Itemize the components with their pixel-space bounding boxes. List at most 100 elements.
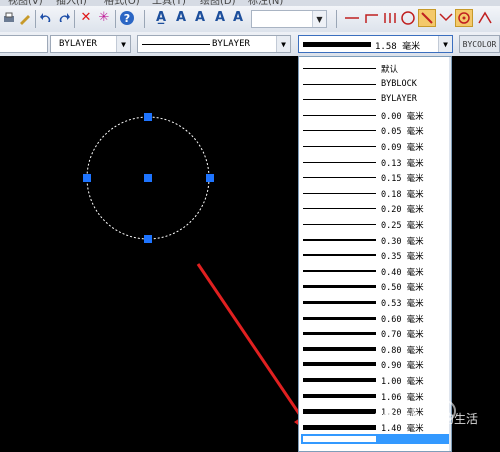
xline-icon[interactable] [363,9,381,27]
lineweight-sample [303,238,376,241]
lineweight-option[interactable]: 0.20 毫米 [301,200,449,216]
lineweight-option[interactable]: 0.30 毫米 [301,232,449,248]
lineweight-label: 0.13 毫米 [381,158,424,169]
chevron-down-icon[interactable]: ▼ [276,36,290,52]
chevron-down-icon[interactable]: ▼ [438,36,452,52]
linetype-combo[interactable]: BYLAYER ▼ [137,35,291,53]
lineweight-sample [303,301,376,304]
delete-icon[interactable]: ✕ [77,9,95,27]
lineweight-combo[interactable]: 1.58 毫米 ▼ [298,35,453,53]
lineweight-label: 0.15 毫米 [381,174,424,185]
lineweight-sample [303,378,376,382]
lineweight-option[interactable]: 0.05 毫米 [301,122,449,138]
lineweight-option[interactable]: 默认 [301,60,449,76]
chevron-down-icon[interactable]: ▼ [116,36,130,52]
edit-text-icon[interactable]: A [211,9,229,27]
lineweight-option[interactable]: 0.90 毫米 [301,356,449,372]
explode-icon[interactable]: ✳ [95,9,113,27]
lineweight-option[interactable]: 1.00 毫米 [301,372,449,388]
lineweight-sample [303,114,376,116]
color-combo[interactable]: BYLAYER ▼ [50,35,131,53]
lineweight-option[interactable]: 0.40 毫米 [301,263,449,279]
lineweight-label: 0.40 毫米 [381,267,424,278]
find-text-icon[interactable]: A [229,9,247,27]
lineweight-option[interactable]: 1.58 毫米 [301,434,449,445]
grip-center[interactable] [144,174,152,182]
toolbar-separator [144,10,145,28]
circle-icon[interactable] [399,9,417,27]
color-value: BYLAYER [59,39,97,49]
text-style-combo[interactable]: ▼ [251,10,327,28]
arc-icon[interactable] [418,9,436,27]
lineweight-label: 0.35 毫米 [381,252,424,263]
lineweight-label: 0.60 毫米 [381,314,424,325]
lineweight-sample [303,254,376,257]
lineweight-label: 0.30 毫米 [381,236,424,247]
chevron-down-icon[interactable]: ▼ [312,11,326,27]
match-properties-icon[interactable] [16,9,34,27]
lineweight-label: BYBLOCK [381,78,417,89]
lineweight-sample [303,424,376,430]
osnap-icon[interactable] [476,9,494,27]
lineweight-option[interactable]: 0.80 毫米 [301,341,449,357]
grip-bottom[interactable] [144,235,152,243]
lineweight-dropdown: 默认 BYBLOCK BYLAYER 0.00 毫米 0.05 毫米 0.09 毫米 0.1… [298,56,452,452]
lineweight-option[interactable]: 0.53 毫米 [301,294,449,310]
lineweight-option[interactable]: 0.09 毫米 [301,138,449,154]
dropdown-scrollbar[interactable] [449,57,451,451]
polyline-icon[interactable] [381,9,399,27]
lineweight-sample [303,161,376,163]
snap-icon[interactable] [455,9,473,27]
lineweight-option[interactable]: 0.50 毫米 [301,278,449,294]
lineweight-label: 0.70 毫米 [381,330,424,341]
lineweight-label: 0.20 毫米 [381,205,424,216]
lineweight-value: 1.58 毫米 [375,42,421,52]
lineweight-option[interactable]: 0.60 毫米 [301,310,449,326]
toolbar-separator [35,10,36,28]
text-style-icon[interactable]: A̲ [152,9,170,27]
grip-top[interactable] [144,113,152,121]
lineweight-label: 0.00 毫米 [381,111,424,122]
lineweight-sample [303,224,376,225]
lineweight-sample [303,177,376,179]
lineweight-label: 0.80 毫米 [381,345,424,356]
toolbar-separator [336,10,337,28]
lineweight-option[interactable]: 0.00 毫米 [301,107,449,123]
grip-right[interactable] [206,174,214,182]
lineweight-sample [303,68,376,69]
line-icon[interactable] [343,9,361,27]
redo-icon[interactable] [55,9,73,27]
lineweight-option[interactable]: 0.35 毫米 [301,247,449,263]
lineweight-preview [303,42,371,47]
lineweight-option[interactable]: 0.13 毫米 [301,154,449,170]
lineweight-option[interactable]: 0.15 毫米 [301,169,449,185]
lineweight-label: 0.90 毫米 [381,361,424,372]
lineweight-label: 0.53 毫米 [381,299,424,309]
layer-color-swatch[interactable] [0,35,48,53]
lineweight-option[interactable]: 0.25 毫米 [301,216,449,232]
plotstyle-combo[interactable]: BYCOLOR [459,35,500,53]
lineweight-option[interactable]: BYLAYER [301,91,449,107]
lineweight-option[interactable]: BYBLOCK [301,76,449,92]
lineweight-sample [303,316,376,320]
lineweight-label: BYLAYER [381,94,417,105]
lineweight-option[interactable]: 0.18 毫米 [301,185,449,201]
grip-left[interactable] [83,174,91,182]
lineweight-sample [303,146,376,147]
undo-icon[interactable] [37,9,55,27]
multiline-text-icon[interactable]: A [191,9,209,27]
linetype-preview [142,44,210,45]
lineweight-option[interactable]: 0.70 毫米 [301,325,449,341]
lineweight-sample [303,208,376,210]
lineweight-sample [303,436,376,443]
lineweight-label: 0.05 毫米 [381,127,424,138]
lineweight-label: 0.09 毫米 [381,143,424,153]
single-line-text-icon[interactable]: A [172,9,190,27]
toolbar-separator [74,10,75,28]
lineweight-label: 0.18 毫米 [381,189,424,200]
dimension-icon[interactable] [437,9,455,27]
linetype-value: BYLAYER [212,39,250,49]
help-icon[interactable]: ? [118,9,136,27]
svg-text:?: ? [124,12,130,25]
lineweight-label: 0.50 毫米 [381,283,424,294]
